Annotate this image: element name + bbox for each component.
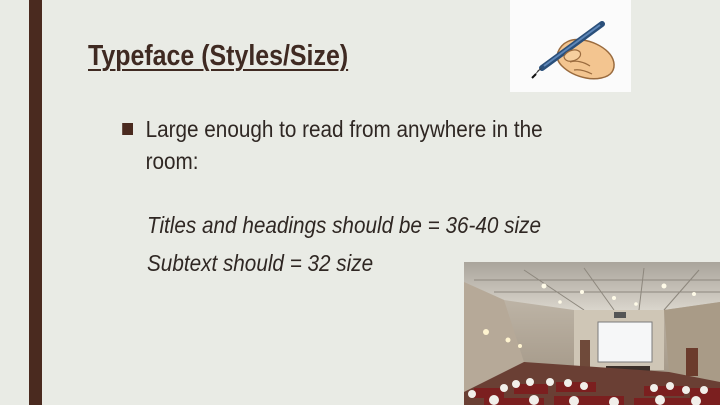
bullet-text: Large enough to read from anywhere in th…: [145, 116, 543, 174]
slide: Typeface (Styles/Size) Large enough to r…: [0, 0, 720, 405]
pen-writing-icon: [510, 0, 631, 92]
lecture-hall-photo: [464, 262, 720, 405]
square-bullet-icon: [122, 123, 133, 135]
headings-size-note: Titles and headings should be = 36-40 si…: [147, 212, 541, 238]
slide-title: Typeface (Styles/Size): [88, 40, 349, 72]
bullet-item: Large enough to read from anywhere in th…: [122, 113, 547, 177]
subtext-size-note: Subtext should = 32 size: [147, 250, 374, 276]
accent-bar: [29, 0, 42, 405]
